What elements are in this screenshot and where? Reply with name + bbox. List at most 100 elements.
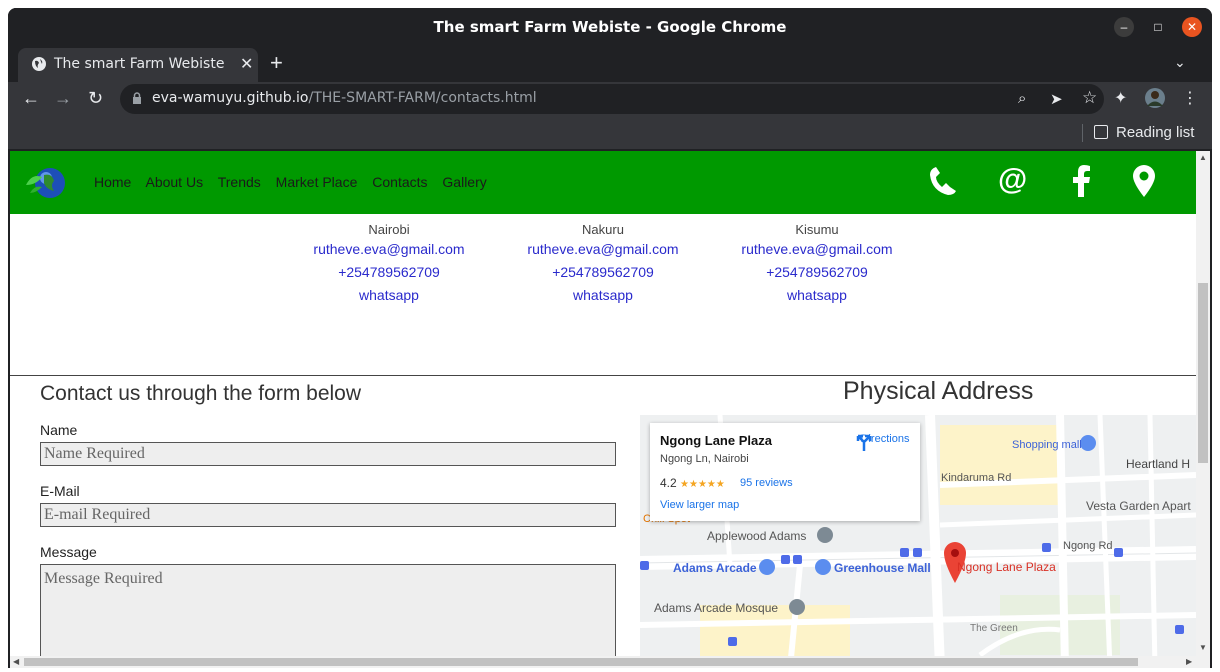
map-reviews-link[interactable]: 95 reviews [740,477,793,489]
map-rating-value: 4.2 [660,476,677,490]
form-heading: Contact us through the form below [40,382,362,405]
reading-list-label: Reading list [1116,124,1195,141]
nav-link-home[interactable]: Home [94,174,131,190]
map-place-name: Ngong Lane Plaza [660,433,772,448]
map-label-mosque: Adams Arcade Mosque [654,601,779,615]
map-label-vesta: Vesta Garden Apart [1086,499,1191,513]
nav-link-contacts[interactable]: Contacts [372,174,427,190]
map-label-ngong-rd: Ngong Rd [1063,540,1113,552]
embedded-map[interactable]: Applewood Adams Adams Arcade Greenhouse … [640,415,1196,668]
title-bar: The smart Farm Webiste - Google Chrome –… [8,8,1212,46]
rating-stars-icon: ★★★★★ [680,479,725,490]
contact-place: Kisumu [795,222,839,237]
map-label-the-green: The Green [970,623,1018,634]
directions-button[interactable]: Directions [855,433,915,451]
contact-email-link[interactable]: rutheve.eva@gmail.com [289,238,489,261]
lock-icon [132,92,142,110]
contact-email-link[interactable]: rutheve.eva@gmail.com [717,238,917,261]
new-tab-button[interactable]: + [270,52,283,74]
map-label-heartland: Heartland H [1126,457,1191,471]
globe-icon [31,56,47,75]
location-pin-icon[interactable] [1132,165,1156,202]
bookmarks-separator [1082,124,1083,142]
map-label-adams-arcade: Adams Arcade [673,561,757,575]
horizontal-scroll-thumb[interactable] [24,658,1138,666]
map-rating: 4.2 ★★★★★ [660,476,725,490]
contact-column-kisumu: Kisumu rutheve.eva@gmail.com +2547895627… [717,222,917,307]
chrome-menu-icon[interactable]: ⋮ [1182,88,1198,108]
close-window-button[interactable]: ✕ [1182,17,1202,37]
bookmark-star-icon[interactable]: ☆ [1082,88,1097,108]
tab-active[interactable]: The smart Farm Webiste ✕ [18,48,258,82]
view-larger-map-link[interactable]: View larger map [660,499,739,511]
map-label-greenhouse: Greenhouse Mall [834,561,931,575]
back-icon[interactable]: ← [22,88,40,109]
phone-icon[interactable] [928,165,958,202]
map-label-shopping: Shopping mall [1012,439,1082,451]
contact-whatsapp-link[interactable]: whatsapp [503,284,703,307]
contact-place: Nakuru [582,222,624,237]
contact-column-nairobi: Nairobi rutheve.eva@gmail.com +254789562… [289,222,489,307]
browser-toolbar: ← → ↻ eva-wamuyu.github.io/THE-SMART-FAR… [8,82,1212,118]
directions-icon [856,434,872,451]
site-navbar: Home About Us Trends Market Place Contac… [10,151,1196,214]
email-input[interactable]: E-mail Required [40,503,616,527]
map-label-applewood: Applewood Adams [707,529,807,543]
address-bar[interactable]: eva-wamuyu.github.io/THE-SMART-FARM/cont… [120,84,1104,114]
tab-search-chevron-icon[interactable]: ⌄ [1174,54,1186,71]
address-heading: Physical Address [843,377,1034,405]
nav-link-about[interactable]: About Us [145,174,203,190]
page-viewport: Nairobi rutheve.eva@gmail.com +254789562… [10,151,1210,668]
share-icon[interactable]: ➤ [1050,90,1063,108]
globe-logo[interactable] [24,163,68,201]
contact-phone-link[interactable]: +254789562709 [717,261,917,284]
contact-column-nakuru: Nakuru rutheve.eva@gmail.com +2547895627… [503,222,703,307]
reading-list-button[interactable]: Reading list [1094,124,1194,141]
vertical-scrollbar[interactable]: ▲ ▼ [1196,151,1210,656]
extensions-icon[interactable]: ✦ [1114,88,1127,108]
map-place-card: Ngong Lane Plaza Ngong Ln, Nairobi 4.2 ★… [650,423,920,521]
contact-place: Nairobi [368,222,410,237]
browser-window: The smart Farm Webiste - Google Chrome –… [8,8,1212,668]
reading-list-icon [1094,125,1108,139]
reload-icon[interactable]: ↻ [88,88,103,109]
contact-phone-link[interactable]: +254789562709 [289,261,489,284]
map-label-plaza: Ngong Lane Plaza [957,560,1056,574]
close-tab-icon[interactable]: ✕ [240,54,253,74]
nav-link-trends[interactable]: Trends [218,174,261,190]
contact-whatsapp-link[interactable]: whatsapp [717,284,917,307]
bookmarks-bar: Reading list [8,118,1212,150]
contact-phone-link[interactable]: +254789562709 [503,261,703,284]
forward-icon[interactable]: → [54,88,72,109]
horizontal-scrollbar[interactable]: ◀ ▶ [10,656,1210,668]
facebook-icon[interactable] [1070,165,1092,202]
tab-strip: The smart Farm Webiste ✕ + ⌄ [8,46,1212,82]
vertical-scroll-thumb[interactable] [1198,283,1208,463]
contact-email-link[interactable]: rutheve.eva@gmail.com [503,238,703,261]
maximize-button[interactable]: □ [1148,17,1168,37]
scroll-down-arrow-icon[interactable]: ▼ [1199,643,1207,652]
zoom-icon[interactable]: ⌕ [1018,90,1026,107]
window-title: The smart Farm Webiste - Google Chrome [433,18,787,36]
nav-link-market[interactable]: Market Place [276,174,358,190]
contact-whatsapp-link[interactable]: whatsapp [289,284,489,307]
minimize-button[interactable]: – [1114,17,1134,37]
profile-avatar[interactable] [1144,87,1166,114]
email-at-icon[interactable]: @ [998,163,1027,197]
nav-link-gallery[interactable]: Gallery [442,174,486,190]
tab-title: The smart Farm Webiste [54,56,225,72]
name-input[interactable]: Name Required [40,442,616,466]
nav-links: Home About Us Trends Market Place Contac… [94,174,498,190]
scroll-up-arrow-icon[interactable]: ▲ [1199,153,1207,162]
email-label: E-Mail [40,483,80,499]
url-host: eva-wamuyu.github.io [152,90,309,106]
name-label: Name [40,422,78,438]
url-text: eva-wamuyu.github.io/THE-SMART-FARM/cont… [152,90,537,106]
scroll-left-arrow-icon[interactable]: ◀ [13,657,19,666]
url-path: /THE-SMART-FARM/contacts.html [308,90,537,106]
message-label: Message [40,544,97,560]
message-textarea[interactable]: Message Required [40,564,616,664]
scroll-right-arrow-icon[interactable]: ▶ [1186,657,1192,666]
map-place-address: Ngong Ln, Nairobi [660,453,749,465]
contacts-strip: Nairobi rutheve.eva@gmail.com +254789562… [10,206,1196,376]
